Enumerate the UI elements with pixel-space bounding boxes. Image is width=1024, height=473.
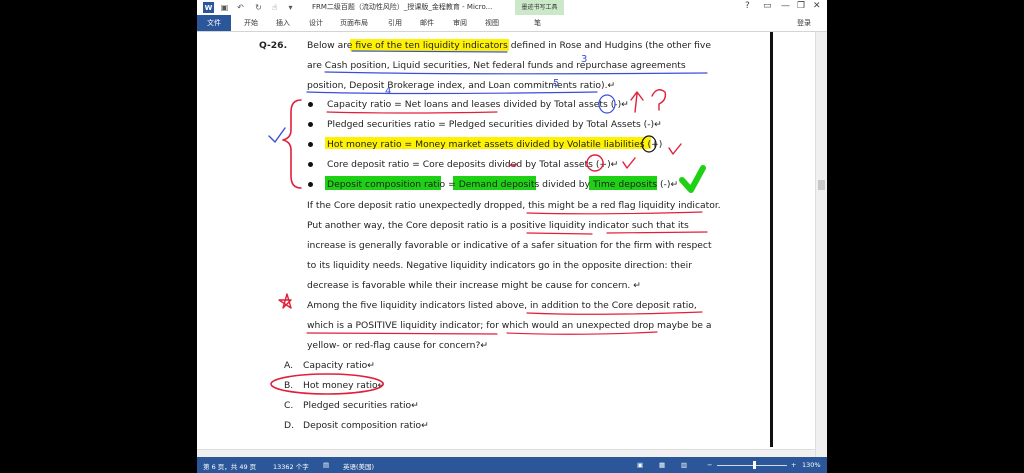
page-edge — [770, 32, 773, 447]
tab-mailings[interactable]: 邮件 — [420, 18, 434, 28]
option-letter: D. — [284, 420, 294, 431]
bullet-dot — [308, 182, 313, 187]
option-letter: C. — [284, 400, 294, 411]
scroll-thumb[interactable] — [818, 180, 825, 190]
print-layout-icon[interactable]: ▦ — [659, 461, 665, 469]
customize-toolbar-icon[interactable]: ▾ — [285, 2, 296, 13]
window-title: FRM二级百题（流动性风险）_授课版_金程教育 - Micro... — [312, 3, 493, 11]
paragraph-line: Put another way, the Core deposit ratio … — [307, 220, 689, 231]
login-link[interactable]: 登录 — [797, 18, 811, 28]
save-icon[interactable]: ▣ — [219, 2, 230, 13]
language[interactable]: 英语(美国) — [343, 461, 374, 471]
word-count[interactable]: 13362 个字 — [273, 461, 309, 471]
status-bar: 第 6 页，共 49 页 13362 个字 ▤ 英语(美国) ▣ ▦ ▥ − +… — [197, 457, 827, 473]
bullet-dot — [308, 142, 313, 147]
help-icon[interactable]: ? — [745, 1, 750, 11]
tab-design[interactable]: 设计 — [309, 18, 323, 28]
paragraph-line: If the Core deposit ratio unexpectedly d… — [307, 200, 721, 211]
paragraph-line: decrease is favorable while their increa… — [307, 280, 641, 291]
document-area[interactable]: Q-26. Below are five of the ten liquidit… — [197, 32, 815, 457]
bullet-item: Hot money ratio = Money market assets di… — [327, 139, 663, 150]
question-line: yellow- or red-flag cause for concern?↵ — [307, 340, 489, 351]
ribbon-display-icon[interactable]: ▭ — [763, 1, 772, 11]
tab-page-layout[interactable]: 页面布局 — [340, 18, 368, 28]
bullet-item: Core deposit ratio = Core deposits divid… — [327, 159, 619, 170]
zoom-in-button[interactable]: + — [791, 461, 796, 469]
word-logo-icon: W — [203, 2, 214, 13]
undo-icon[interactable]: ↶ — [235, 2, 246, 13]
tab-file[interactable]: 文件 — [197, 15, 231, 31]
paragraph-line: to its liquidity needs. Negative liquidi… — [307, 260, 692, 271]
question-number: Q-26. — [259, 40, 288, 51]
intro-line: position, Deposit Brokerage index, and L… — [307, 80, 616, 91]
question-line: which is a POSITIVE liquidity indicator;… — [307, 320, 712, 331]
option-letter: B. — [284, 380, 294, 391]
read-mode-icon[interactable]: ▣ — [637, 461, 643, 469]
title-bar: W ▣ ↶ ↻ ☝ ▾ FRM二级百题（流动性风险）_授课版_金程教育 - Mi… — [197, 0, 827, 15]
redo-icon[interactable]: ↻ — [253, 2, 264, 13]
tab-review[interactable]: 审阅 — [453, 18, 467, 28]
touch-mode-icon[interactable]: ☝ — [269, 2, 280, 13]
bullet-item: Deposit composition ratio = Demand depos… — [327, 179, 679, 190]
web-layout-icon[interactable]: ▥ — [681, 461, 687, 469]
proofing-icon[interactable]: ▤ — [323, 461, 329, 469]
option-text: Hot money ratio↵ — [303, 380, 386, 391]
ink-tools-label: 墨迹书写工具 — [521, 4, 558, 11]
paragraph-line: increase is generally favorable or indic… — [307, 240, 712, 251]
tab-insert[interactable]: 插入 — [276, 18, 290, 28]
question-line: Among the five liquidity indicators list… — [307, 300, 697, 311]
tab-home[interactable]: 开始 — [244, 18, 258, 28]
vertical-scrollbar[interactable] — [815, 32, 827, 457]
zoom-level[interactable]: 130% — [802, 461, 821, 469]
option-text: Capacity ratio↵ — [303, 360, 375, 371]
bullet-dot — [308, 162, 313, 167]
zoom-slider[interactable] — [717, 465, 787, 466]
option-letter: A. — [284, 360, 294, 371]
bullet-item: Pledged securities ratio = Pledged secur… — [327, 119, 662, 130]
tab-references[interactable]: 引用 — [388, 18, 402, 28]
zoom-slider-knob[interactable] — [753, 461, 756, 469]
option-text: Deposit composition ratio↵ — [303, 420, 429, 431]
bullet-dot — [308, 102, 313, 107]
intro-line: Below are five of the ten liquidity indi… — [307, 40, 712, 51]
word-window: W ▣ ↶ ↻ ☝ ▾ FRM二级百题（流动性风险）_授课版_金程教育 - Mi… — [197, 0, 827, 473]
ribbon-tabs: 文件 开始 插入 设计 页面布局 引用 邮件 审阅 视图 笔 登录 — [197, 15, 827, 32]
intro-line: are Cash position, Liquid securities, Ne… — [307, 60, 686, 71]
restore-button[interactable]: ❐ — [797, 1, 805, 11]
page-count[interactable]: 第 6 页，共 49 页 — [203, 461, 256, 471]
tab-view[interactable]: 视图 — [485, 18, 499, 28]
tab-pen[interactable]: 笔 — [534, 18, 541, 28]
bullet-item: Capacity ratio = Net loans and leases di… — [327, 99, 629, 110]
minimize-button[interactable]: — — [781, 1, 790, 11]
bullet-dot — [308, 122, 313, 127]
close-button[interactable]: ✕ — [813, 1, 821, 11]
zoom-out-button[interactable]: − — [707, 461, 712, 469]
option-text: Pledged securities ratio↵ — [303, 400, 419, 411]
